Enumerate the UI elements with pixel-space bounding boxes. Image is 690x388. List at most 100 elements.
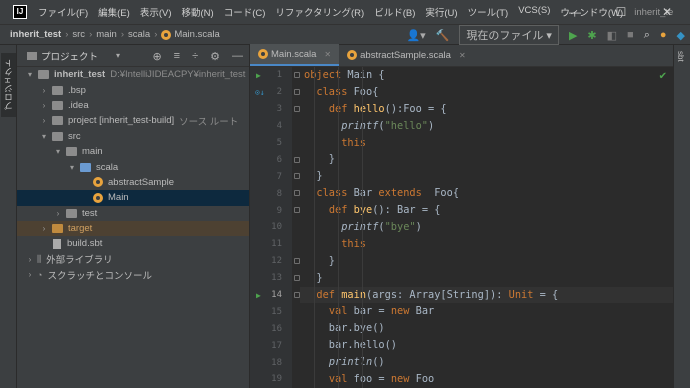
code-line[interactable]: val bar = new Bar xyxy=(300,303,673,320)
breadcrumb-project[interactable]: inherit_test xyxy=(10,29,61,40)
tree-item[interactable]: › test xyxy=(17,206,249,221)
chevron-icon[interactable]: ▾ xyxy=(53,147,63,156)
hide-icon[interactable]: — xyxy=(232,50,243,62)
code-line[interactable]: } xyxy=(300,270,673,287)
tab-abstractsample-scala[interactable]: abstractSample.scala ✕ xyxy=(339,44,474,66)
tree-item[interactable]: › .idea xyxy=(17,98,249,113)
project-panel-title[interactable]: プロジェクト xyxy=(41,49,98,63)
chevron-icon[interactable]: › xyxy=(39,224,49,233)
tree-item[interactable]: ▾ src xyxy=(17,129,249,144)
build-hammer-icon[interactable]: 🔨 xyxy=(436,29,450,42)
menu-file[interactable]: ファイル(F) xyxy=(33,5,93,19)
code-line[interactable]: class Bar extends Foo{ xyxy=(300,185,673,202)
run-gutter-icon[interactable]: ▶ xyxy=(256,291,261,300)
code-line[interactable]: } xyxy=(300,253,673,270)
menu-navigate[interactable]: 移動(N) xyxy=(176,5,218,19)
tree-item[interactable]: › ⫼ 外部ライブラリ xyxy=(17,252,249,267)
coverage-icon[interactable]: ◧ xyxy=(607,29,617,42)
fold-marker-icon[interactable] xyxy=(294,88,300,95)
tree-item[interactable]: ▾ inherit_test D:¥IntelliJIDEACPY¥inherit_… xyxy=(17,67,249,82)
chevron-icon[interactable]: › xyxy=(39,116,49,125)
code-line[interactable]: def bye(): Bar = { xyxy=(300,202,673,219)
sbt-tool-tab[interactable]: sbt xyxy=(676,51,685,62)
chevron-icon[interactable]: ▾ xyxy=(25,70,35,79)
debug-icon[interactable]: ✱ xyxy=(587,29,596,42)
locate-icon[interactable]: ⊕ xyxy=(152,50,161,63)
chevron-down-icon[interactable]: ▾ xyxy=(116,51,120,60)
gear-icon[interactable]: ⚙ xyxy=(210,50,220,63)
breadcrumb-scala[interactable]: scala xyxy=(128,29,150,40)
code-line[interactable]: class Foo{ xyxy=(300,84,673,101)
tree-item[interactable]: › ◔ スクラッチとコンソール xyxy=(17,267,249,282)
tab-main-scala[interactable]: Main.scala ✕ xyxy=(250,44,340,66)
minimize-button[interactable]: — xyxy=(552,0,598,24)
code-line[interactable]: val foo = new Foo xyxy=(300,371,673,388)
code-line[interactable]: printf("bye") xyxy=(300,219,673,236)
run-icon[interactable]: ▶ xyxy=(569,29,577,42)
tree-item[interactable]: › target xyxy=(17,220,249,237)
line-number: ▶ 14 xyxy=(250,287,292,304)
jetbrains-icon[interactable]: ◆ xyxy=(677,29,685,42)
menu-vcs[interactable]: VCS(S) xyxy=(513,5,555,19)
expand-all-icon[interactable]: ≡ xyxy=(174,50,180,62)
fold-marker-icon[interactable] xyxy=(294,190,300,197)
close-icon[interactable]: ✕ xyxy=(459,51,466,60)
menu-refactor[interactable]: リファクタリング(R) xyxy=(270,5,369,19)
code-line[interactable]: def main(args: Array[String]): Unit = { xyxy=(300,286,673,304)
breadcrumb-file[interactable]: Main.scala xyxy=(174,29,219,40)
menu-run[interactable]: 実行(U) xyxy=(420,5,462,19)
user-icon[interactable]: 👤▾ xyxy=(406,29,425,42)
menu-tools[interactable]: ツール(T) xyxy=(463,5,514,19)
code-line[interactable]: bar.bye() xyxy=(300,320,673,337)
tree-item[interactable]: Main xyxy=(17,190,249,206)
search-icon[interactable]: ⌕ xyxy=(644,29,650,42)
subclassed-gutter-icon[interactable]: ⊙↓ xyxy=(255,88,265,97)
breadcrumb-main[interactable]: main xyxy=(96,29,117,40)
fold-marker-icon[interactable] xyxy=(294,173,300,180)
fold-marker-icon[interactable] xyxy=(294,274,300,281)
tree-item[interactable]: ▾ scala xyxy=(17,159,249,174)
code-area[interactable]: object Main { class Foo{ def hello():Foo… xyxy=(300,67,673,388)
menu-view[interactable]: 表示(V) xyxy=(135,5,177,19)
tree-item[interactable]: build.sbt xyxy=(17,236,249,251)
tree-item[interactable]: ▾ main xyxy=(17,144,249,159)
code-line[interactable]: this xyxy=(300,135,673,152)
fold-marker-icon[interactable] xyxy=(294,257,300,264)
chevron-icon[interactable]: › xyxy=(53,209,63,218)
chevron-icon[interactable]: › xyxy=(25,270,35,279)
fold-marker-icon[interactable] xyxy=(294,105,300,112)
collapse-all-icon[interactable]: ÷ xyxy=(192,50,198,62)
menu-code[interactable]: コード(C) xyxy=(219,5,271,19)
tree-item[interactable]: abstractSample xyxy=(17,175,249,190)
code-line[interactable]: } xyxy=(300,168,673,185)
fold-marker-icon[interactable] xyxy=(294,207,300,214)
code-line[interactable]: } xyxy=(300,151,673,168)
fold-marker-icon[interactable] xyxy=(294,156,300,163)
menu-edit[interactable]: 編集(E) xyxy=(93,5,135,19)
code-line[interactable]: this xyxy=(300,236,673,253)
chevron-icon[interactable]: › xyxy=(39,86,49,95)
stop-icon[interactable]: ■ xyxy=(627,29,634,41)
close-button[interactable]: ✕ xyxy=(644,0,690,24)
project-tool-tab[interactable]: プロジェクト xyxy=(1,53,16,117)
tree-item[interactable]: › project [inherit_test-build] ソース ルート xyxy=(17,113,249,128)
fold-marker-icon[interactable] xyxy=(294,72,300,78)
chevron-icon[interactable]: › xyxy=(25,255,35,264)
chevron-icon[interactable]: › xyxy=(39,101,49,110)
fold-marker-icon[interactable] xyxy=(294,291,300,298)
chevron-icon[interactable]: ▾ xyxy=(39,132,49,141)
code-line[interactable]: def hello():Foo = { xyxy=(300,101,673,118)
run-config-select[interactable]: 現在のファイル ▾ xyxy=(459,25,559,45)
code-line[interactable]: bar.hello() xyxy=(300,337,673,354)
tree-item[interactable]: › .bsp xyxy=(17,82,249,97)
menu-build[interactable]: ビルド(B) xyxy=(369,5,420,19)
close-icon[interactable]: ✕ xyxy=(324,50,331,59)
code-line[interactable]: object Main { xyxy=(300,67,673,84)
maximize-button[interactable]: ☐ xyxy=(598,0,644,24)
breadcrumb-src[interactable]: src xyxy=(72,29,85,40)
code-line[interactable]: printf("hello") xyxy=(300,118,673,135)
code-line[interactable]: println() xyxy=(300,354,673,371)
chevron-icon[interactable]: ▾ xyxy=(67,163,77,172)
run-gutter-icon[interactable]: ▶ xyxy=(256,71,261,80)
update-icon[interactable]: ● xyxy=(660,29,667,41)
